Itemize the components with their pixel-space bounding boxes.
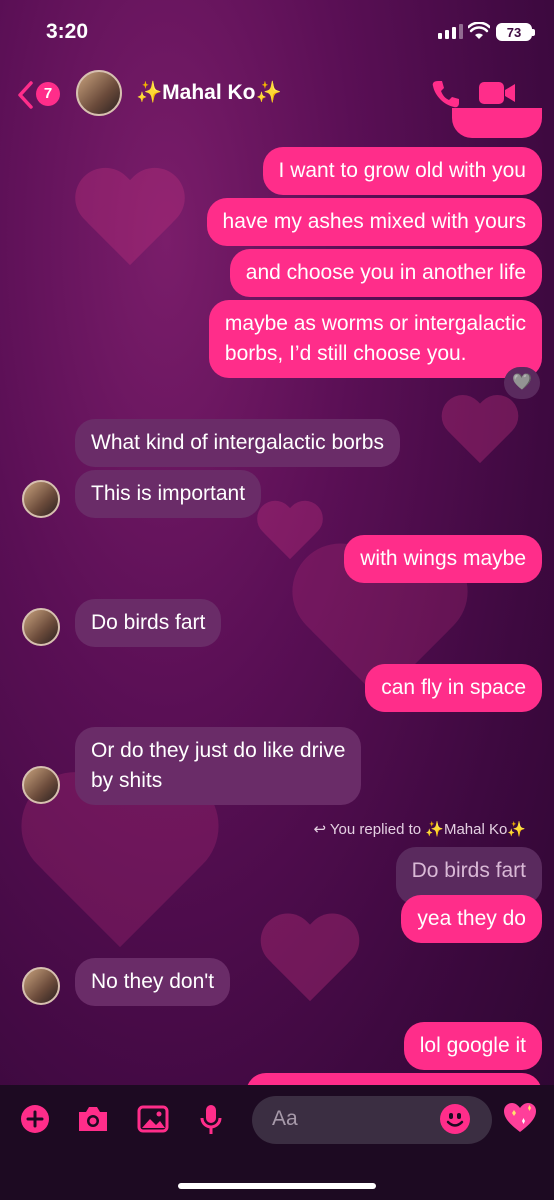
sender-avatar[interactable] bbox=[22, 967, 60, 1005]
home-indicator bbox=[178, 1183, 376, 1189]
message-incoming[interactable]: This is important bbox=[75, 470, 262, 518]
reply-note-text: You replied to ✨Mahal Ko✨ bbox=[329, 821, 526, 838]
message-outgoing[interactable]: yea they do bbox=[401, 895, 542, 943]
reaction-badge[interactable]: 🩶 bbox=[504, 367, 540, 399]
microphone-icon[interactable] bbox=[198, 1104, 224, 1136]
unread-badge: 7 bbox=[36, 82, 60, 106]
status-bar: 3:20 73 bbox=[0, 0, 554, 60]
background-heart bbox=[12, 776, 228, 974]
back-chevron-icon[interactable] bbox=[16, 80, 36, 110]
signal-icon bbox=[438, 24, 463, 39]
message-line: maybe as worms or intergalactic bbox=[224, 312, 526, 335]
message-line: Or do they just do like drive bbox=[91, 739, 346, 762]
message-incoming[interactable]: Or do they just do like drive by shits bbox=[75, 727, 362, 805]
message-outgoing[interactable]: can fly in space bbox=[365, 664, 542, 712]
message-outgoing[interactable]: lol google it bbox=[403, 1022, 542, 1070]
message-outgoing[interactable]: with wings maybe bbox=[344, 535, 542, 583]
wifi-icon bbox=[468, 22, 490, 39]
sparkling-heart-icon[interactable] bbox=[502, 1101, 538, 1135]
background-heart bbox=[438, 397, 522, 474]
contact-name[interactable]: ✨Mahal Ko✨ bbox=[136, 81, 282, 105]
background-heart bbox=[70, 170, 190, 280]
background-heart bbox=[254, 502, 326, 568]
gallery-icon[interactable] bbox=[137, 1104, 169, 1134]
emoji-icon[interactable] bbox=[440, 1104, 470, 1134]
message-outgoing[interactable]: and choose you in another life bbox=[229, 249, 542, 297]
message-incoming[interactable]: What kind of intergalactic borbs bbox=[75, 419, 400, 467]
message-input-placeholder: Aa bbox=[272, 1107, 298, 1130]
message-outgoing[interactable]: maybe as worms or intergalactic borbs, I… bbox=[208, 300, 542, 378]
phone-icon[interactable] bbox=[430, 78, 462, 110]
video-icon[interactable] bbox=[478, 80, 516, 106]
status-time: 3:20 bbox=[46, 20, 89, 43]
message-line: borbs, I’d still choose you. bbox=[224, 342, 467, 365]
camera-icon[interactable] bbox=[76, 1104, 110, 1134]
sender-avatar[interactable] bbox=[22, 608, 60, 646]
reply-arrow-icon: ↩ bbox=[313, 821, 330, 838]
message-incoming[interactable]: No they don't bbox=[75, 958, 231, 1006]
plus-icon[interactable] bbox=[20, 1104, 50, 1134]
message-incoming[interactable]: Do birds fart bbox=[75, 599, 222, 647]
message-line: by shits bbox=[91, 769, 163, 792]
reply-note: ↩ You replied to ✨Mahal Ko✨ bbox=[313, 820, 526, 838]
message-outgoing[interactable]: I want to grow old with you bbox=[262, 147, 542, 195]
background-heart bbox=[256, 916, 364, 1015]
message-outgoing[interactable]: have my ashes mixed with yours bbox=[206, 198, 542, 246]
battery-indicator: 73 bbox=[496, 23, 535, 41]
message-bubble-truncated bbox=[452, 108, 542, 138]
sender-avatar[interactable] bbox=[22, 766, 60, 804]
sender-avatar[interactable] bbox=[22, 480, 60, 518]
contact-avatar[interactable] bbox=[76, 70, 122, 116]
